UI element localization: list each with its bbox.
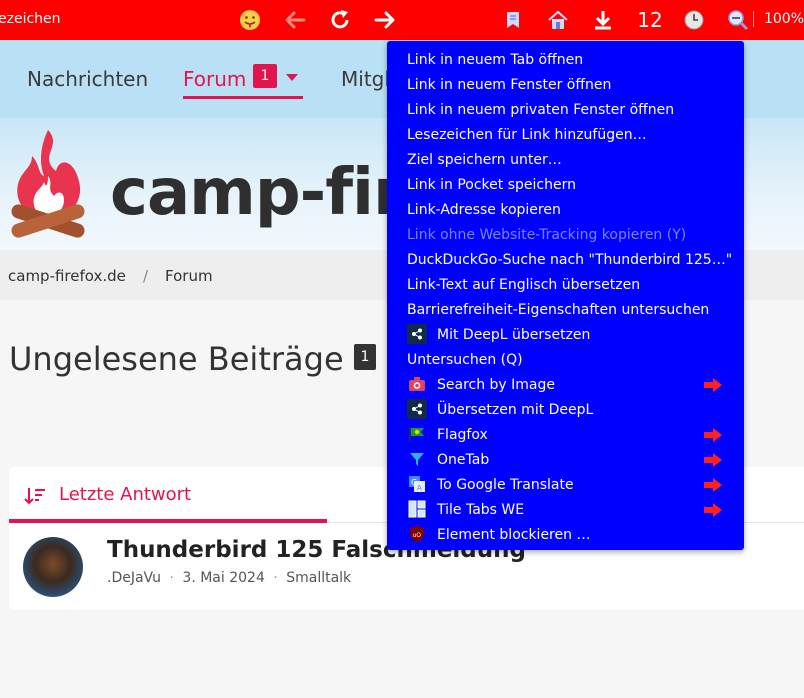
browser-toolbar: ezeichen 12 100% [0, 0, 804, 40]
menu-item-open-private-window[interactable]: Link in neuem privaten Fenster öffnen [407, 99, 737, 121]
nav-item-nachrichten[interactable]: Nachrichten [27, 67, 148, 91]
menu-item-open-new-tab[interactable]: Link in neuem Tab öffnen [407, 49, 737, 71]
context-menu: Link in neuem Tab öffnen Link in neuem F… [387, 41, 744, 550]
menu-item-copy-link[interactable]: Link-Adresse kopieren [407, 199, 737, 221]
forum-count-badge: 1 [253, 64, 277, 88]
chevron-down-icon[interactable] [286, 74, 298, 81]
menu-item-translate-deepl[interactable]: Übersetzen mit DeepL [437, 399, 737, 421]
active-tab-indicator [183, 96, 303, 99]
svg-text:A: A [417, 484, 422, 492]
forward-arrow-icon[interactable] [372, 6, 398, 34]
menu-item-save-link-as[interactable]: Ziel speichern unter… [407, 149, 737, 171]
svg-text:uO: uO [413, 532, 422, 539]
flagfox-icon [407, 424, 427, 444]
history-icon[interactable] [681, 6, 707, 34]
emoji-icon[interactable] [237, 6, 263, 34]
counter-badge[interactable]: 12 [636, 6, 664, 34]
menu-item-deepl-translate[interactable]: Mit DeepL übersetzen [437, 324, 737, 346]
active-sort-indicator [9, 519, 327, 523]
menu-item-copy-clean-link: Link ohne Website-Tracking kopieren (Y) [407, 227, 687, 243]
nav-item-mitglieder[interactable]: Mitgl [341, 67, 390, 91]
home-icon[interactable] [545, 6, 571, 34]
zoom-level[interactable]: 100% [752, 11, 804, 27]
zoom-icon[interactable] [725, 6, 751, 34]
site-logo-text[interactable]: camp-fir [110, 156, 405, 230]
menu-item-save-to-pocket[interactable]: Link in Pocket speichern [407, 174, 737, 196]
download-icon[interactable] [590, 6, 616, 34]
breadcrumb-separator: / [143, 267, 149, 285]
unread-count-badge: 1 [354, 344, 376, 370]
sort-descending-icon[interactable] [24, 486, 46, 506]
thread-meta: .DeJaVu · 3. Mai 2024 · Smalltalk [107, 570, 351, 586]
onetab-funnel-icon [407, 449, 427, 469]
deepl-icon [407, 324, 427, 344]
meta-separator: · [169, 570, 174, 586]
menu-item-translate-link-text[interactable]: Link-Text auf Englisch übersetzen [407, 274, 737, 296]
page-title: Ungelesene Beiträge [9, 340, 344, 378]
back-arrow-icon[interactable] [282, 6, 308, 34]
reload-icon[interactable] [327, 6, 353, 34]
menu-item-tile-tabs[interactable]: Tile Tabs WE [437, 499, 737, 521]
submenu-arrow-icon [703, 377, 723, 393]
sort-tab-letzte-antwort[interactable]: Letzte Antwort [59, 484, 191, 505]
campfire-logo-icon[interactable] [8, 126, 88, 250]
menu-item-search-by-image[interactable]: Search by Image [437, 374, 737, 396]
breadcrumb-home[interactable]: camp-firefox.de [8, 267, 126, 285]
breadcrumb-forum[interactable]: Forum [165, 267, 213, 285]
google-translate-icon: GA [407, 474, 427, 494]
reader-icon[interactable] [502, 6, 526, 34]
menu-item-onetab[interactable]: OneTab [437, 449, 737, 471]
menu-item-duckduckgo-search[interactable]: DuckDuckGo-Suche nach "Thunderbird 125…" [407, 249, 737, 271]
menu-item-block-element[interactable]: Element blockieren … [437, 524, 737, 546]
menu-item-bookmark-link[interactable]: Lesezeichen für Link hinzufügen… [407, 124, 737, 146]
ublock-shield-icon: uO [407, 524, 427, 544]
tab-title[interactable]: ezeichen [0, 11, 61, 27]
nav-item-forum[interactable]: Forum [183, 67, 246, 91]
menu-item-flagfox[interactable]: Flagfox [437, 424, 737, 446]
tile-tabs-icon [407, 499, 427, 519]
menu-item-google-translate[interactable]: To Google Translate [437, 474, 737, 496]
deepl-icon [407, 399, 427, 419]
menu-item-inspect[interactable]: Untersuchen (Q) [407, 349, 737, 371]
menu-item-inspect-accessibility[interactable]: Barrierefreiheit-Eigenschaften untersuch… [407, 299, 737, 321]
menu-item-open-new-window[interactable]: Link in neuem Fenster öffnen [407, 74, 737, 96]
thread-forum[interactable]: Smalltalk [286, 570, 351, 586]
submenu-arrow-icon [703, 477, 723, 493]
thread-date[interactable]: 3. Mai 2024 [182, 570, 264, 586]
thread-author[interactable]: .DeJaVu [107, 570, 161, 586]
submenu-arrow-icon [703, 502, 723, 518]
camera-icon [407, 374, 427, 394]
submenu-arrow-icon [703, 427, 723, 443]
submenu-arrow-icon [703, 452, 723, 468]
meta-separator: · [273, 570, 278, 586]
avatar[interactable] [23, 537, 83, 597]
